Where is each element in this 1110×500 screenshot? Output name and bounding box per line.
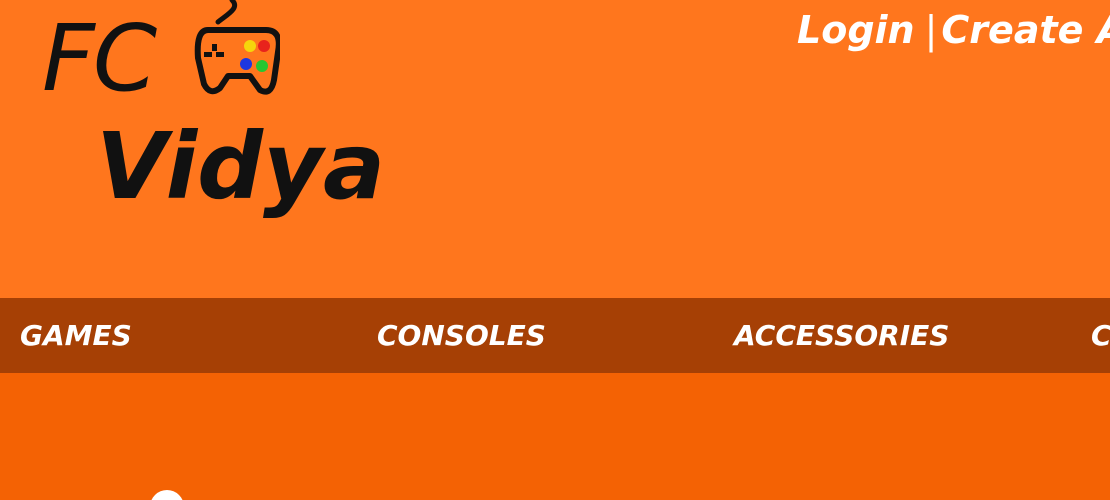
logo-text-fc: FC [42,5,157,112]
site-logo[interactable]: FC Vidya [30,0,390,240]
nav-item-consoles[interactable]: CONSOLES [377,298,546,373]
logo-text-vidya: Vidya [96,113,386,220]
nav-item-accessories[interactable]: ACCESSORIES [734,298,949,373]
page: FC Vidya Login|Create Account [0,0,1110,500]
main-content [0,373,1110,500]
login-link[interactable]: Login [797,6,915,54]
account-separator: | [924,8,938,52]
main-navbar: GAMES CONSOLES ACCESSORIES COLLECTIBLES [0,298,1110,373]
gamepad-icon [194,0,280,95]
site-header: FC Vidya Login|Create Account [0,0,1110,298]
create-account-link[interactable]: Create Account [941,6,1110,54]
nav-item-collectibles[interactable]: COLLECTIBLES [1091,298,1110,373]
account-links: Login|Create Account [797,6,1110,54]
nav-item-games[interactable]: GAMES [20,298,132,373]
